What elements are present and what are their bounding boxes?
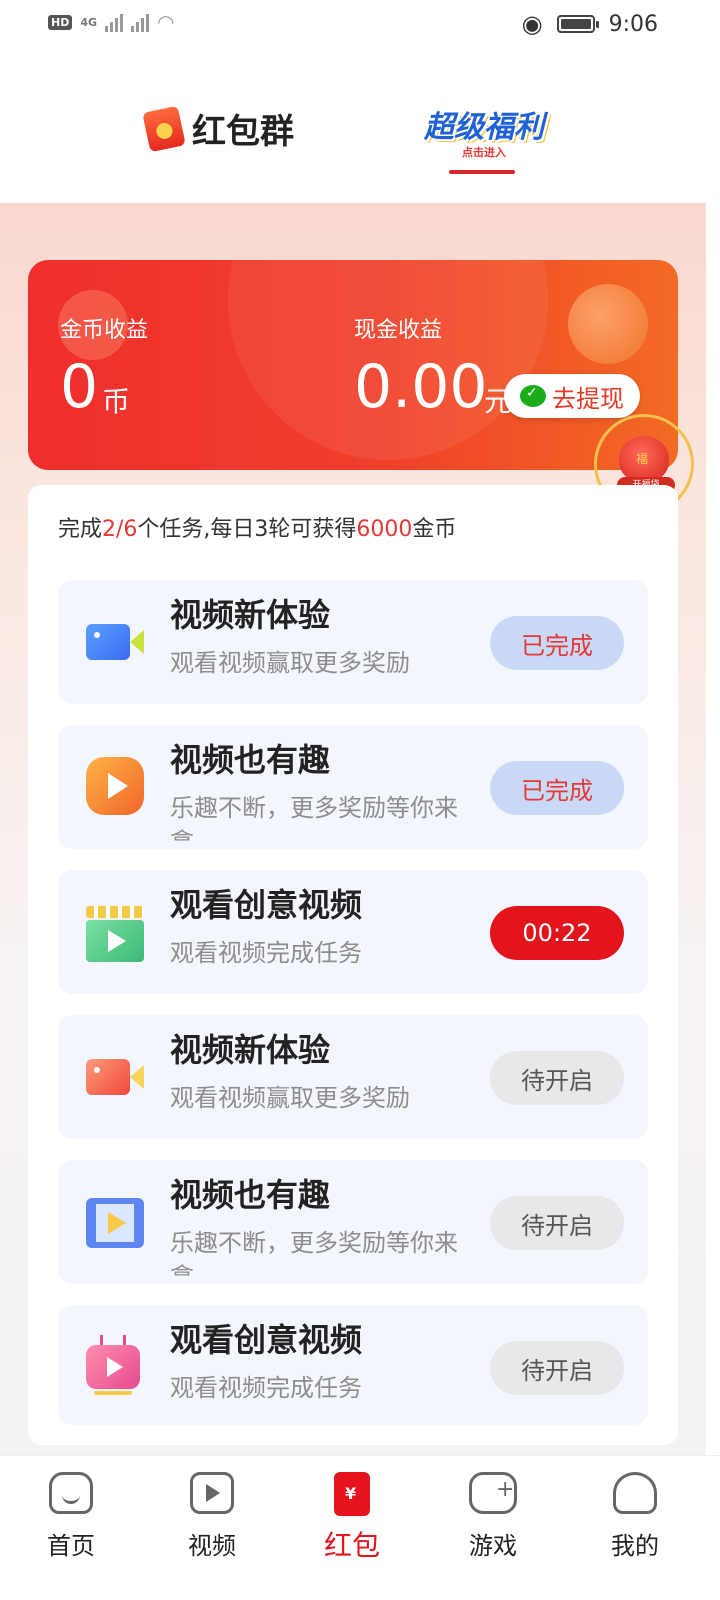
nav-home-label: 首页 xyxy=(47,1532,95,1560)
task-desc: 观看视频赢取更多奖励 xyxy=(170,1084,410,1112)
task-card: 视频新体验 观看视频赢取更多奖励 已完成 xyxy=(58,580,648,704)
nav-game[interactable]: 游戏 xyxy=(443,1472,543,1561)
task-card: 视频也有趣 乐趣不断，更多奖励等你来拿 待开启 xyxy=(58,1160,648,1284)
nav-profile[interactable]: 我的 xyxy=(585,1472,685,1561)
progress-prefix: 完成 xyxy=(58,517,103,542)
task-title: 观看创意视频 xyxy=(170,1321,363,1359)
task-card: 观看创意视频 观看视频完成任务 00:22 xyxy=(58,870,648,994)
task-title: 视频也有趣 xyxy=(170,741,331,779)
signal-icon xyxy=(105,12,124,32)
progress-reward: 6000 xyxy=(356,517,413,542)
film-icon xyxy=(86,1198,144,1248)
tab-super-welfare[interactable]: 超级福利 点击进入 xyxy=(424,102,544,160)
task-card: 视频新体验 观看视频赢取更多奖励 待开启 xyxy=(58,1015,648,1139)
bottom-nav: 首页 视频 红包 游戏 我的 xyxy=(0,1455,720,1600)
nav-game-label: 游戏 xyxy=(469,1532,517,1560)
task-card: 视频也有趣 乐趣不断，更多奖励等你来拿 已完成 xyxy=(58,725,648,849)
nav-red-envelope[interactable]: 红包 xyxy=(302,1472,402,1564)
top-tab-bar: 红包群 超级福利 点击进入 xyxy=(0,90,720,200)
task-desc: 观看视频赢取更多奖励 xyxy=(170,649,410,677)
tv-icon xyxy=(86,1335,144,1395)
hd-indicator: HD xyxy=(48,14,73,30)
lucky-bag-icon xyxy=(619,436,669,482)
task-card: 观看创意视频 观看视频完成任务 待开启 xyxy=(58,1305,648,1425)
nav-video[interactable]: 视频 xyxy=(162,1472,262,1561)
progress-done-count: 2/6 xyxy=(102,517,138,542)
progress-middle: 个任务,每日3轮可获得 xyxy=(137,517,357,542)
cash-earnings-label: 现金收益 xyxy=(354,318,443,343)
super-welfare-sub: 点击进入 xyxy=(462,146,506,159)
coin-earnings-unit: 币 xyxy=(102,385,131,418)
task-title: 视频也有趣 xyxy=(170,1176,331,1214)
coin-earnings-label: 金币收益 xyxy=(60,318,149,343)
earnings-card: 金币收益 0 币 现金收益 0.00 元 去提现 xyxy=(28,260,678,470)
clapperboard-icon xyxy=(86,906,144,962)
task-status-button[interactable]: 待开启 xyxy=(490,1341,624,1395)
task-timer-button[interactable]: 00:22 xyxy=(490,906,624,960)
tab-hongbao-group[interactable]: 红包群 xyxy=(142,104,294,153)
red-envelope-icon xyxy=(142,105,186,152)
home-icon xyxy=(49,1472,93,1514)
nav-video-label: 视频 xyxy=(188,1532,236,1560)
signal-icon-2 xyxy=(131,12,150,32)
coin-earnings-value: 0 xyxy=(60,352,99,422)
task-status-button[interactable]: 待开启 xyxy=(490,1196,624,1250)
battery-icon xyxy=(556,15,599,33)
gamepad-icon xyxy=(469,1472,517,1514)
video-icon xyxy=(190,1472,234,1514)
progress-suffix: 金币 xyxy=(412,517,457,542)
orange-play-icon xyxy=(86,757,144,815)
withdraw-button[interactable]: 去提现 xyxy=(504,374,640,418)
nav-home[interactable]: 首页 xyxy=(21,1472,121,1561)
task-desc: 乐趣不断，更多奖励等你来拿 xyxy=(170,794,458,841)
super-welfare-title: 超级福利 xyxy=(424,110,544,145)
withdraw-label: 去提现 xyxy=(552,384,624,413)
decor-coin xyxy=(568,284,648,364)
task-title: 视频新体验 xyxy=(170,596,331,634)
profile-icon xyxy=(613,1472,657,1514)
tab-hongbao-group-label: 红包群 xyxy=(192,112,294,152)
task-list-panel: 完成2/6个任务,每日3轮可获得6000金币 视频新体验 观看视频赢取更多奖励 … xyxy=(28,485,678,1445)
active-tab-underline xyxy=(449,170,515,174)
red-envelope-icon xyxy=(334,1472,370,1516)
status-time: 9:06 xyxy=(608,11,658,37)
task-title: 观看创意视频 xyxy=(170,886,363,924)
task-title: 视频新体验 xyxy=(170,1031,331,1069)
cash-earnings-value: 0.00 xyxy=(354,352,488,422)
task-desc: 观看视频完成任务 xyxy=(170,1374,362,1402)
status-bar: HD 4G ◠ ◉ 9:06 xyxy=(0,0,720,50)
task-status-button[interactable]: 待开启 xyxy=(490,1051,624,1105)
task-desc: 乐趣不断，更多奖励等你来拿 xyxy=(170,1229,458,1276)
blue-camera-icon xyxy=(86,620,144,664)
task-desc: 观看视频完成任务 xyxy=(170,939,362,967)
nav-profile-label: 我的 xyxy=(611,1532,659,1560)
wechat-icon xyxy=(520,385,546,407)
nav-red-envelope-label: 红包 xyxy=(323,1529,380,1562)
eye-icon: ◉ xyxy=(521,10,543,38)
task-progress-text: 完成2/6个任务,每日3轮可获得6000金币 xyxy=(58,511,456,543)
task-status-button[interactable]: 已完成 xyxy=(490,616,624,670)
task-status-button[interactable]: 已完成 xyxy=(490,761,624,815)
red-camera-icon xyxy=(86,1055,144,1099)
signal-4g-label: 4G xyxy=(80,15,98,29)
wifi-icon: ◠ xyxy=(157,10,175,34)
